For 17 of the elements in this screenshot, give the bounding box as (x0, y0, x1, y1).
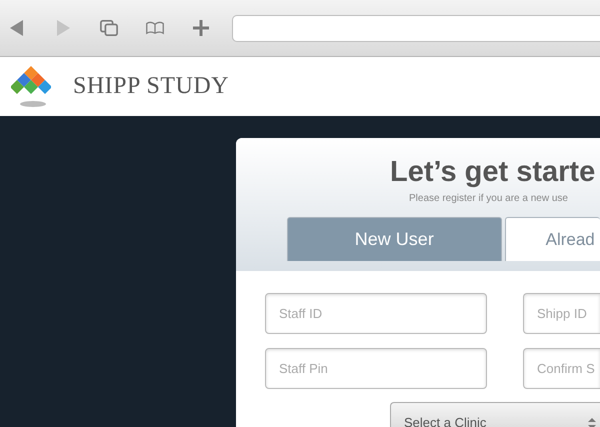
input-field[interactable]: Staff Pin (265, 348, 487, 389)
clinic-select[interactable]: Select a Clinic (390, 402, 600, 427)
tab[interactable]: Alread (504, 217, 600, 261)
page-title: Let’s get starte (390, 155, 596, 189)
brand-name: SHIPP STUDY (73, 73, 229, 100)
sort-arrows-icon (588, 418, 596, 427)
address-field[interactable] (232, 14, 600, 42)
input-field[interactable]: Shipp ID (523, 293, 600, 334)
logo-icon (11, 64, 51, 110)
input-field[interactable]: Confirm S (523, 348, 600, 389)
tabs-icon[interactable] (100, 19, 118, 37)
plus-icon[interactable] (192, 19, 210, 37)
subtitle: Please register if you are a new use (409, 193, 569, 204)
book-icon[interactable] (146, 19, 164, 37)
tab[interactable]: New User (287, 217, 502, 261)
input-field[interactable]: Staff ID (265, 293, 487, 334)
back-icon[interactable] (8, 19, 26, 37)
